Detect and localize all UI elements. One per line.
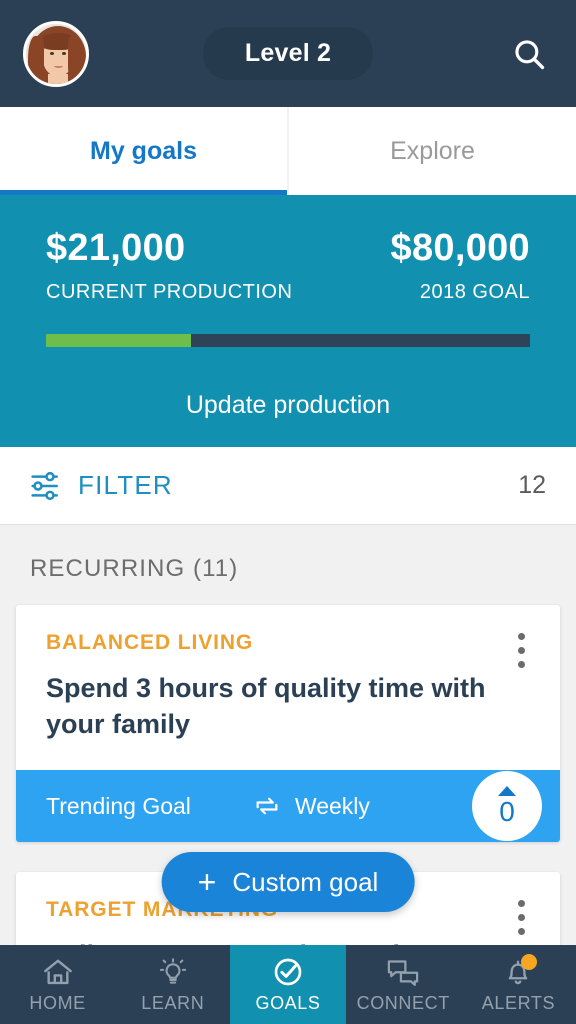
tab-my-goals[interactable]: My goals — [0, 107, 287, 195]
tab-my-goals-label: My goals — [90, 136, 197, 165]
production-progress-bar — [46, 333, 530, 347]
nav-label-goals: GOALS — [255, 993, 321, 1013]
bottom-navigation: HOME LEARN GOALS CONNECT ALERTS — [0, 945, 576, 1024]
app-screen: Level 2 My goals Explore $21,000 CURRENT… — [0, 0, 576, 1024]
update-production-link[interactable]: Update production — [46, 391, 530, 420]
kebab-dot — [517, 632, 525, 640]
avatar-hair-left — [28, 35, 44, 84]
goal-card-footer: Trending Goal Weekly 0 — [16, 770, 560, 843]
goal-card-body: BALANCED LIVING Spend 3 hours of quality… — [16, 605, 560, 770]
goal-frequency: Weekly — [253, 793, 370, 820]
production-progress-fill — [46, 333, 192, 347]
kebab-dot — [517, 913, 525, 921]
triangle-up-icon — [498, 786, 516, 797]
goal-block: $80,000 2018 GOAL — [390, 227, 530, 304]
section-title-recurring: RECURRING (11) — [30, 555, 239, 582]
search-button[interactable] — [506, 31, 552, 77]
home-icon — [42, 955, 74, 989]
avatar-eye-right — [62, 51, 66, 55]
app-header: Level 2 — [0, 0, 576, 107]
goal-card-menu-button[interactable] — [504, 896, 538, 938]
nav-item-goals[interactable]: GOALS — [230, 945, 346, 1024]
current-production-block: $21,000 CURRENT PRODUCTION — [46, 227, 293, 304]
search-icon — [515, 39, 545, 69]
production-stats-row: $21,000 CURRENT PRODUCTION $80,000 2018 … — [46, 227, 530, 304]
avatar[interactable] — [23, 20, 89, 87]
goal-card-menu-button[interactable] — [504, 629, 538, 671]
chat-bubbles-icon — [386, 955, 420, 989]
check-circle-icon — [271, 955, 305, 989]
avatar-hair-right — [68, 35, 84, 84]
current-production-label: CURRENT PRODUCTION — [46, 280, 293, 303]
nav-item-learn[interactable]: LEARN — [115, 945, 230, 1024]
nav-label-alerts: ALERTS — [481, 993, 556, 1013]
filter-sliders-icon — [31, 471, 58, 500]
tab-bar: My goals Explore — [0, 107, 576, 195]
kebab-dot — [517, 927, 525, 935]
nav-item-home[interactable]: HOME — [0, 945, 115, 1024]
custom-goal-label: Custom goal — [232, 866, 379, 897]
production-panel: $21,000 CURRENT PRODUCTION $80,000 2018 … — [0, 195, 576, 447]
custom-goal-button[interactable]: + Custom goal — [161, 852, 415, 912]
goal-label: 2018 GOAL — [419, 280, 530, 303]
avatar-neck — [48, 73, 68, 84]
level-badge[interactable]: Level 2 — [202, 27, 374, 80]
plus-icon: + — [197, 864, 217, 900]
bell-icon — [503, 954, 538, 989]
filter-bar: FILTER 12 — [0, 447, 576, 525]
current-production-amount: $21,000 — [46, 227, 186, 269]
trending-goal-label: Trending Goal — [46, 792, 191, 819]
goals-list: RECURRING (11) BALANCED LIVING Spend 3 h… — [0, 525, 576, 1002]
nav-label-home: HOME — [29, 993, 86, 1013]
goal-counter-value: 0 — [499, 796, 515, 828]
goal-card[interactable]: BALANCED LIVING Spend 3 hours of quality… — [16, 605, 560, 843]
avatar-eye-left — [50, 51, 54, 55]
filter-count: 12 — [518, 471, 546, 499]
goal-frequency-label: Weekly — [294, 792, 370, 819]
lightbulb-icon — [157, 955, 189, 989]
nav-label-connect: CONNECT — [356, 993, 450, 1013]
tab-explore-label: Explore — [390, 136, 475, 165]
tab-explore[interactable]: Explore — [287, 107, 576, 195]
nav-item-alerts[interactable]: ALERTS — [461, 945, 576, 1024]
filter-button[interactable]: FILTER — [30, 470, 173, 501]
nav-item-connect[interactable]: CONNECT — [346, 945, 461, 1024]
repeat-icon — [256, 797, 278, 815]
goal-category: BALANCED LIVING — [46, 631, 254, 654]
nav-label-learn: LEARN — [141, 993, 205, 1013]
alerts-badge-dot — [521, 954, 538, 970]
goal-title: Spend 3 hours of quality time with your … — [46, 673, 486, 739]
filter-label: FILTER — [78, 470, 173, 500]
goal-amount: $80,000 — [390, 227, 530, 269]
kebab-dot — [517, 660, 525, 668]
goal-progress-counter[interactable]: 0 — [472, 771, 542, 842]
avatar-mouth — [54, 64, 63, 68]
kebab-dot — [517, 646, 525, 654]
kebab-dot — [517, 899, 525, 907]
